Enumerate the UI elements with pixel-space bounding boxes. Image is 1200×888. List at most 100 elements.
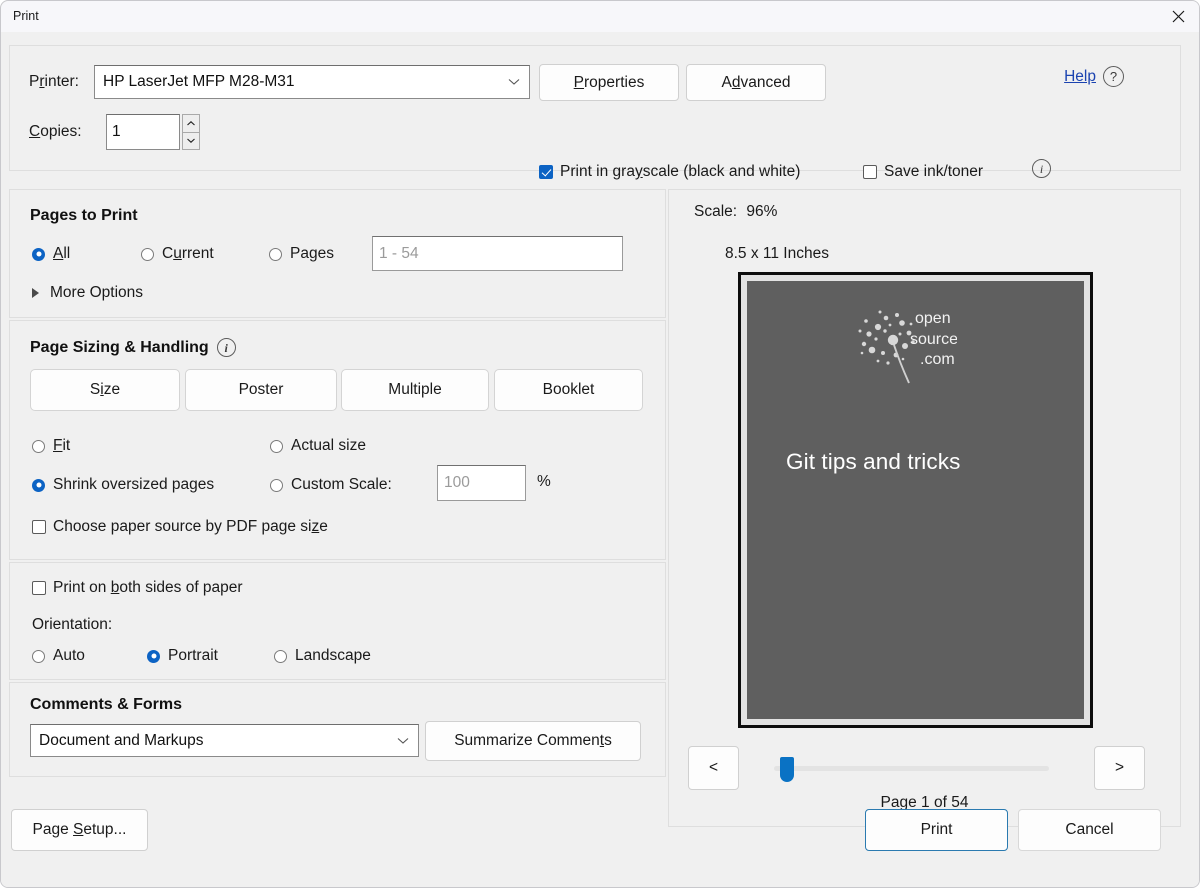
checkbox-box [32, 520, 46, 534]
sizing-tab-size[interactable]: Size [30, 369, 180, 411]
scale-label: Scale: [694, 203, 738, 220]
custom-scale-placeholder: 100 [444, 474, 470, 491]
grayscale-checkbox[interactable]: Print in grayscale (black and white) [539, 163, 800, 181]
scale-value: 96% [746, 203, 778, 220]
radio-current[interactable]: Current [141, 245, 214, 263]
radio-fit[interactable]: Fit [32, 437, 70, 455]
logo-line1: open [915, 310, 951, 327]
checkbox-box [863, 165, 877, 179]
preview-panel: Scale: 96% 8.5 x 11 Inches open source .… [668, 189, 1181, 827]
chevron-down-icon [508, 73, 520, 91]
copies-input[interactable]: 1 [106, 114, 180, 150]
radio-dot [141, 247, 154, 261]
logo-line2: source [910, 331, 957, 348]
opensource-dandelion-logo-icon: open source .com [858, 310, 957, 384]
title-bar: Print [1, 1, 1199, 32]
question-mark-icon: ? [1103, 66, 1124, 87]
next-page-button[interactable]: > [1094, 746, 1145, 790]
page-range-input[interactable]: 1 - 54 [372, 236, 623, 271]
grayscale-checkbox-label: Print in grayscale (black and white) [560, 163, 801, 180]
more-options-toggle[interactable]: More Options [32, 284, 143, 302]
both-sides-checkbox-label: Print on both sides of paper [53, 579, 243, 596]
radio-orientation-landscape-label: Landscape [295, 647, 371, 664]
printer-section: Printer: HP LaserJet MFP M28-M31 Propert… [9, 45, 1181, 180]
properties-button-label: Properties [573, 73, 645, 91]
radio-orientation-portrait[interactable]: Portrait [147, 647, 218, 665]
properties-button[interactable]: Properties [539, 64, 679, 101]
radio-custom-scale-label: Custom Scale: [291, 476, 392, 493]
comments-forms-select[interactable]: Document and Markups [30, 724, 419, 757]
chevron-up-icon[interactable] [182, 114, 200, 132]
copies-stepper [182, 114, 200, 150]
custom-scale-input[interactable]: 100 [437, 465, 526, 501]
copies-label: Copies: [29, 123, 82, 140]
triangle-right-icon [32, 288, 39, 298]
print-button-label: Print [920, 821, 953, 838]
percent-label: % [537, 473, 551, 490]
paper-source-checkbox-label: Choose paper source by PDF page size [53, 518, 328, 535]
page-slider-thumb[interactable] [780, 757, 794, 782]
radio-all[interactable]: All [32, 245, 70, 263]
radio-dot [270, 439, 283, 453]
paper-size-text: 8.5 x 11 Inches [725, 245, 829, 262]
pages-to-print-title: Pages to Print [30, 207, 138, 224]
radio-shrink-oversized[interactable]: Shrink oversized pages [32, 476, 214, 494]
advanced-button[interactable]: Advanced [686, 64, 826, 101]
dialog-content: Printer: HP LaserJet MFP M28-M31 Propert… [1, 32, 1199, 887]
radio-dot [270, 478, 283, 492]
radio-orientation-auto-label: Auto [53, 647, 85, 664]
printer-select-value: HP LaserJet MFP M28-M31 [103, 73, 295, 90]
sizing-tab-booklet[interactable]: Booklet [494, 369, 643, 411]
help-link[interactable]: Help ? [1064, 66, 1124, 87]
orientation-label: Orientation: [32, 616, 113, 633]
printer-select[interactable]: HP LaserJet MFP M28-M31 [94, 65, 530, 99]
page-slider[interactable] [774, 757, 1049, 782]
radio-all-label: All [53, 245, 71, 262]
info-icon[interactable]: i [216, 338, 236, 357]
sizing-tab-multiple[interactable]: Multiple [341, 369, 489, 411]
print-button[interactable]: Print [865, 809, 1008, 851]
radio-actual-size[interactable]: Actual size [270, 437, 366, 455]
advanced-button-label: Advanced [721, 73, 791, 91]
radio-dot [32, 439, 45, 453]
copies-input-value: 1 [112, 123, 121, 140]
pages-to-print-section: Pages to Print All Current Pages 1 - 54 … [9, 189, 666, 318]
save-ink-checkbox-label: Save ink/toner [884, 163, 984, 180]
sizing-tab-poster-label: Poster [238, 381, 284, 398]
checkbox-box [32, 581, 46, 595]
previous-page-button-label: < [708, 759, 719, 776]
chevron-down-icon[interactable] [182, 131, 200, 150]
close-icon[interactable] [1155, 1, 1199, 32]
radio-dot [147, 649, 160, 663]
page-canvas: open source .com Git tips and tricks [747, 281, 1084, 719]
next-page-button-label: > [1114, 759, 1125, 776]
comments-forms-section: Comments & Forms Document and Markups Su… [9, 682, 666, 777]
info-icon[interactable]: i [1032, 159, 1051, 178]
paper-source-checkbox[interactable]: Choose paper source by PDF page size [32, 518, 328, 536]
page-sizing-section: Page Sizing & Handling i Size Poster Mul… [9, 320, 666, 560]
summarize-comments-button[interactable]: Summarize Comments [425, 721, 641, 761]
summarize-comments-button-label: Summarize Comments [454, 732, 612, 749]
both-sides-checkbox[interactable]: Print on both sides of paper [32, 579, 243, 597]
radio-dot [32, 247, 45, 261]
chevron-down-icon [397, 732, 409, 750]
radio-dot [274, 649, 287, 663]
comments-forms-title: Comments & Forms [30, 696, 183, 713]
previous-page-button[interactable]: < [688, 746, 739, 790]
page-setup-button[interactable]: Page Setup... [11, 809, 148, 851]
radio-orientation-landscape[interactable]: Landscape [274, 647, 371, 665]
page-setup-button-label: Page Setup... [32, 821, 127, 838]
page-sizing-title-row: Page Sizing & Handling i [30, 338, 236, 357]
sizing-tab-poster[interactable]: Poster [185, 369, 337, 411]
radio-orientation-auto[interactable]: Auto [32, 647, 85, 665]
scale-text: Scale: 96% [694, 203, 777, 221]
save-ink-checkbox[interactable]: Save ink/toner [863, 163, 983, 181]
radio-pages[interactable]: Pages [269, 245, 334, 263]
document-title-text: Git tips and tricks [786, 449, 961, 474]
close-glyph [1172, 10, 1184, 23]
cancel-button[interactable]: Cancel [1018, 809, 1161, 851]
radio-orientation-portrait-label: Portrait [168, 647, 218, 664]
radio-custom-scale[interactable]: Custom Scale: [270, 476, 392, 494]
page-preview-thumbnail[interactable]: open source .com Git tips and tricks [738, 272, 1093, 728]
radio-dot [32, 478, 45, 492]
